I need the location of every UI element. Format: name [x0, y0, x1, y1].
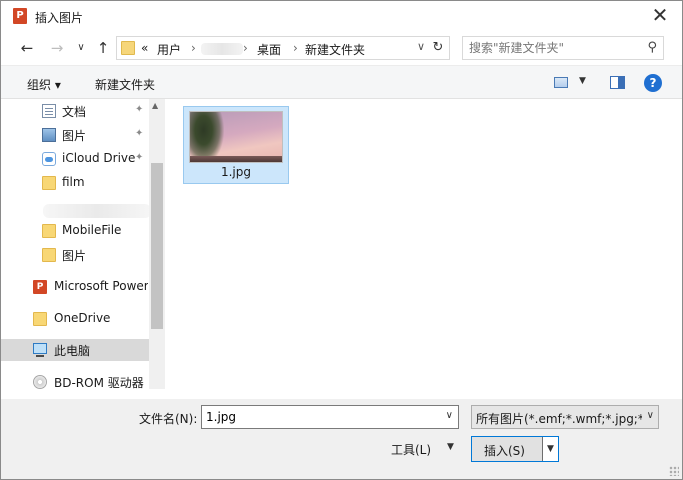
sidebar-item-label: film — [62, 175, 85, 189]
insert-picture-dialog: P 插入图片 ✕ ← → ∨ ↑ « 用户 › › 桌面 › 新建文件夹 ∨ ↻… — [0, 0, 683, 480]
refresh-button[interactable]: ↻ — [427, 36, 450, 60]
redacted-item — [43, 204, 151, 218]
navigation-bar: ← → ∨ ↑ « 用户 › › 桌面 › 新建文件夹 ∨ ↻ ⚲ — [1, 31, 682, 65]
scroll-up-icon[interactable]: ▲ — [152, 101, 158, 110]
preview-pane-icon[interactable] — [610, 76, 625, 89]
folder-icon — [42, 248, 56, 262]
pin-icon[interactable]: ✦ — [135, 128, 143, 139]
organize-button[interactable]: 组织 ▾ — [27, 76, 61, 93]
sidebar-item-label: OneDrive — [54, 311, 111, 325]
insert-button-label: 插入(S) — [484, 444, 525, 458]
breadcrumb-users[interactable]: 用户 — [157, 41, 181, 58]
cancel-button[interactable] — [567, 436, 657, 462]
pin-icon[interactable]: ✦ — [135, 104, 143, 115]
sidebar-item-microsoft-powerpoint[interactable]: P Microsoft Power — [1, 276, 149, 298]
filename-input[interactable] — [206, 409, 438, 425]
file-list[interactable]: 1.jpg — [165, 99, 682, 399]
sidebar-item-this-pc[interactable]: 此电脑 — [1, 339, 149, 361]
title-bar: P 插入图片 ✕ — [1, 1, 682, 31]
chevron-down-icon[interactable]: ∨ — [647, 410, 654, 421]
view-dropdown-button[interactable]: ▼ — [579, 76, 586, 86]
powerpoint-app-icon: P — [13, 8, 27, 24]
search-input[interactable] — [469, 40, 639, 56]
computer-icon — [33, 343, 47, 357]
sidebar-item-icloud[interactable]: iCloud Drive ✦ — [1, 148, 149, 170]
sidebar-item-label: 图片 — [62, 249, 87, 263]
forward-button[interactable]: → — [47, 39, 67, 57]
help-icon[interactable]: ? — [644, 74, 662, 92]
insert-dropdown-button[interactable]: ▼ — [542, 437, 558, 461]
redacted-username — [201, 43, 243, 55]
sidebar-item-mobilefile[interactable]: MobileFile — [1, 220, 149, 242]
breadcrumb-separator[interactable]: › — [243, 41, 248, 55]
resize-grip[interactable] — [669, 466, 679, 476]
chevron-down-icon[interactable]: ∨ — [417, 40, 425, 53]
file-type-select[interactable]: 所有图片(*.emf;*.wmf;*.jpg;*.jp ∨ — [471, 405, 659, 429]
sidebar-item-label: MobileFile — [62, 223, 122, 237]
close-button[interactable]: ✕ — [648, 5, 672, 27]
filename-combobox[interactable]: ∨ — [201, 405, 459, 429]
file-name: 1.jpg — [220, 165, 252, 179]
filename-label: 文件名(N): — [139, 412, 198, 426]
image-thumbnail — [189, 111, 283, 163]
sidebar-scrollbar[interactable]: ▲ — [149, 99, 165, 389]
file-type-value: 所有图片(*.emf;*.wmf;*.jpg;*.jp — [476, 412, 642, 426]
sidebar-item-label: 此电脑 — [54, 344, 91, 358]
sidebar-item-pictures[interactable]: 图片 ✦ — [1, 124, 149, 146]
breadcrumb-new-folder[interactable]: 新建文件夹 — [305, 41, 365, 58]
sidebar-item-bd-rom[interactable]: BD-ROM 驱动器 ∨ — [1, 371, 158, 393]
search-icon[interactable]: ⚲ — [647, 40, 657, 55]
powerpoint-icon: P — [33, 280, 47, 294]
insert-button[interactable]: 插入(S) ▼ — [471, 436, 559, 462]
folder-icon — [33, 312, 47, 326]
pictures-icon — [42, 128, 56, 142]
sidebar-item-redacted[interactable] — [1, 196, 151, 218]
chevron-down-icon[interactable]: ∨ — [446, 410, 453, 421]
folder-icon — [42, 176, 56, 190]
thumbnail-ground — [190, 156, 282, 162]
icloud-icon — [42, 152, 56, 166]
sidebar-item-film[interactable]: film — [1, 172, 149, 194]
view-options-icon[interactable] — [554, 77, 568, 88]
breadcrumb-separator[interactable]: › — [191, 41, 196, 55]
tools-button[interactable]: 工具(L) — [391, 441, 431, 458]
breadcrumb-overflow[interactable]: « — [141, 41, 148, 55]
folder-icon — [42, 224, 56, 238]
sidebar-item-label: 图片 — [62, 129, 87, 143]
file-item[interactable]: 1.jpg — [183, 106, 289, 184]
sidebar-item-pictures-folder[interactable]: 图片 — [1, 244, 149, 266]
breadcrumb-desktop[interactable]: 桌面 — [257, 41, 281, 58]
sidebar-item-label: BD-ROM 驱动器 — [54, 376, 144, 390]
sidebar-item-documents[interactable]: 文档 ✦ — [1, 100, 149, 122]
search-box[interactable]: ⚲ — [462, 36, 664, 60]
tools-dropdown-icon[interactable]: ▼ — [447, 442, 454, 452]
new-folder-button[interactable]: 新建文件夹 — [95, 76, 155, 93]
folder-icon — [121, 41, 135, 55]
up-button[interactable]: ↑ — [93, 39, 113, 57]
dialog-footer: 文件名(N): ∨ 所有图片(*.emf;*.wmf;*.jpg;*.jp ∨ … — [1, 399, 682, 479]
disc-icon — [33, 375, 47, 389]
sidebar-item-label: 文档 — [62, 105, 87, 119]
sidebar-item-onedrive[interactable]: OneDrive — [1, 308, 149, 330]
navigation-pane: 文档 ✦ 图片 ✦ iCloud Drive ✦ film MobileFile… — [1, 99, 165, 399]
scrollbar-thumb[interactable] — [151, 163, 163, 329]
recent-locations-button[interactable]: ∨ — [71, 39, 91, 57]
back-button[interactable]: ← — [17, 39, 37, 57]
pin-icon[interactable]: ✦ — [135, 152, 143, 163]
dialog-title: 插入图片 — [35, 11, 84, 25]
sidebar-item-label: Microsoft Power — [54, 279, 148, 293]
sidebar-item-label: iCloud Drive — [62, 151, 136, 165]
breadcrumb-separator[interactable]: › — [293, 41, 298, 55]
address-bar[interactable]: « 用户 › › 桌面 › 新建文件夹 ∨ — [116, 36, 450, 60]
document-icon — [42, 104, 56, 118]
command-bar: 组织 ▾ 新建文件夹 ▼ ? — [1, 65, 682, 99]
